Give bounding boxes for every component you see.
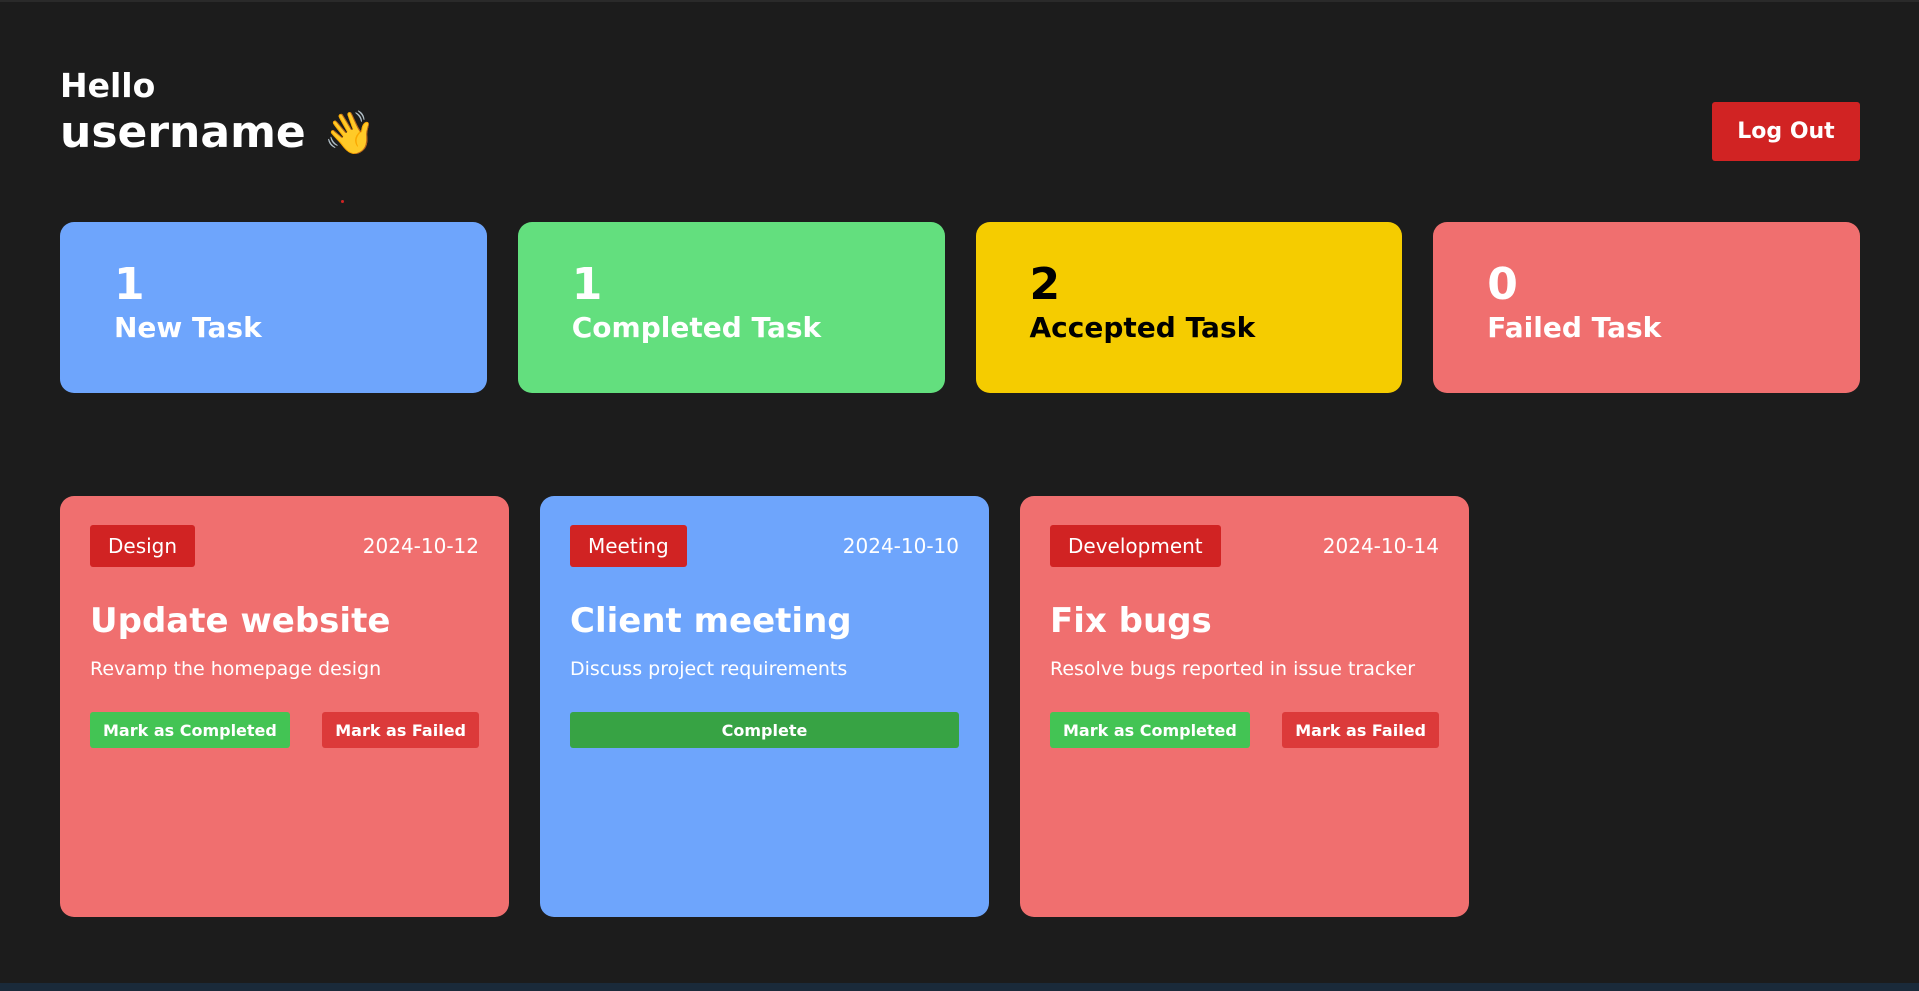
task-list: Design 2024-10-12 Update website Revamp … [60, 496, 1469, 917]
task-actions: Mark as Completed Mark as Failed [1050, 712, 1439, 748]
stat-label: Failed Task [1487, 311, 1662, 344]
username-heading: username 👋 [60, 106, 376, 160]
greeting: Hello username 👋 [60, 66, 376, 160]
stat-card-failed: 0 Failed Task [1433, 222, 1860, 393]
task-date: 2024-10-14 [1322, 534, 1439, 558]
waving-hand-icon: 👋 [323, 108, 377, 157]
task-description: Discuss project requirements [570, 658, 848, 680]
mark-completed-button[interactable]: Mark as Completed [90, 712, 290, 748]
top-border [0, 0, 1919, 2]
task-card: Design 2024-10-12 Update website Revamp … [60, 496, 509, 917]
decorative-dot [341, 200, 344, 203]
username-text: username [60, 107, 306, 158]
stat-count: 1 [571, 259, 603, 310]
task-actions: Complete [570, 712, 959, 748]
task-date: 2024-10-10 [842, 534, 959, 558]
category-badge: Meeting [570, 525, 687, 567]
stat-count: 2 [1029, 259, 1061, 310]
task-card-header: Design 2024-10-12 [90, 525, 479, 567]
task-card: Meeting 2024-10-10 Client meeting Discus… [540, 496, 989, 917]
mark-failed-button[interactable]: Mark as Failed [322, 712, 479, 748]
dashboard-page: Hello username 👋 Log Out 1 New Task 1 Co… [0, 0, 1919, 991]
task-card: Development 2024-10-14 Fix bugs Resolve … [1020, 496, 1469, 917]
os-taskbar-strip [0, 983, 1919, 991]
mark-completed-button[interactable]: Mark as Completed [1050, 712, 1250, 748]
stat-count: 0 [1487, 259, 1518, 310]
stat-card-completed: 1 Completed Task [517, 222, 945, 393]
stat-card-new: 1 New Task [60, 222, 487, 393]
task-title: Fix bugs [1050, 601, 1212, 641]
stats-row: 1 New Task 1 Completed Task 2 Accepted T… [60, 222, 1860, 393]
task-card-header: Development 2024-10-14 [1050, 525, 1439, 567]
hello-text: Hello [60, 66, 156, 105]
mark-failed-button[interactable]: Mark as Failed [1282, 712, 1439, 748]
stat-count: 1 [114, 259, 145, 310]
stat-label: Completed Task [571, 311, 822, 344]
task-title: Client meeting [570, 601, 852, 641]
category-badge: Development [1050, 525, 1221, 567]
task-date: 2024-10-12 [362, 534, 479, 558]
task-card-header: Meeting 2024-10-10 [570, 525, 959, 567]
task-actions: Mark as Completed Mark as Failed [90, 712, 479, 748]
category-badge: Design [90, 525, 196, 567]
task-description: Revamp the homepage design [90, 658, 382, 680]
complete-button[interactable]: Complete [570, 712, 959, 748]
task-title: Update website [90, 601, 391, 641]
stat-label: Accepted Task [1029, 311, 1256, 344]
task-description: Resolve bugs reported in issue tracker [1050, 658, 1416, 680]
stat-label: New Task [114, 311, 262, 344]
stat-card-accepted: 2 Accepted Task [975, 222, 1403, 393]
logout-button[interactable]: Log Out [1712, 102, 1860, 161]
